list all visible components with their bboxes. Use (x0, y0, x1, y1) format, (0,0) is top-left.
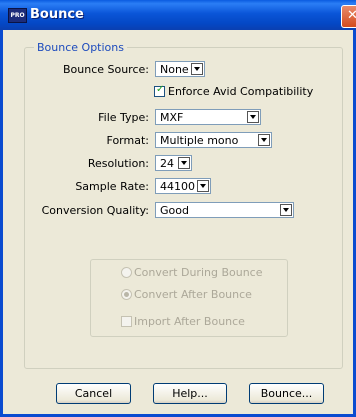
enforce-avid-checkbox[interactable] (154, 84, 165, 97)
conversion-quality-dropdown[interactable]: Good (155, 202, 294, 218)
convert-during-bounce-label: Convert During Bounce (134, 266, 263, 279)
file-type-dropdown[interactable]: MXF (155, 109, 261, 125)
bounce-source-label: Bounce Source: (62, 63, 149, 76)
chevron-down-icon (258, 134, 270, 146)
conversion-quality-value: Good (160, 204, 189, 217)
convert-after-bounce-radio[interactable] (121, 289, 132, 300)
title-bar[interactable]: PRO Bounce ✕ (0, 0, 356, 30)
file-type-value: MXF (160, 111, 184, 124)
format-label: Format: (106, 134, 149, 147)
chevron-down-icon (247, 111, 259, 123)
bounce-button[interactable]: Bounce... (249, 383, 324, 404)
sample-rate-value: 44100 (160, 180, 195, 193)
import-after-bounce-label: Import After Bounce (134, 315, 245, 328)
chevron-down-icon (280, 204, 292, 216)
convert-after-bounce-label: Convert After Bounce (134, 288, 252, 301)
file-type-label: File Type: (98, 111, 149, 124)
format-dropdown[interactable]: Multiple mono (155, 132, 272, 148)
window-frame-left (0, 30, 3, 417)
resolution-label: Resolution: (87, 157, 149, 170)
resolution-value: 24 (160, 157, 174, 170)
chevron-down-icon (197, 180, 209, 192)
convert-during-bounce-radio[interactable] (121, 267, 132, 278)
enforce-avid-label[interactable]: Enforce Avid Compatibility (168, 85, 313, 98)
chevron-down-icon (191, 63, 203, 75)
close-icon[interactable]: ✕ (341, 5, 356, 28)
bounce-dialog: PRO Bounce ✕ Bounce Options Bounce Sourc… (0, 0, 356, 417)
resolution-dropdown[interactable]: 24 (155, 155, 192, 171)
bounce-source-dropdown[interactable]: None (155, 61, 205, 77)
conversion-quality-label: Conversion Quality: (41, 204, 149, 217)
pro-tools-app-icon: PRO (8, 8, 27, 23)
format-value: Multiple mono (160, 134, 239, 147)
sample-rate-dropdown[interactable]: 44100 (155, 178, 211, 194)
bounce-options-title: Bounce Options (34, 41, 127, 54)
cancel-button[interactable]: Cancel (56, 383, 131, 404)
window-title: Bounce (30, 7, 84, 22)
bounce-source-value: None (160, 63, 189, 76)
sample-rate-label: Sample Rate: (75, 180, 149, 193)
chevron-down-icon (178, 157, 190, 169)
import-after-bounce-checkbox[interactable] (121, 316, 132, 327)
help-button[interactable]: Help... (153, 383, 227, 404)
